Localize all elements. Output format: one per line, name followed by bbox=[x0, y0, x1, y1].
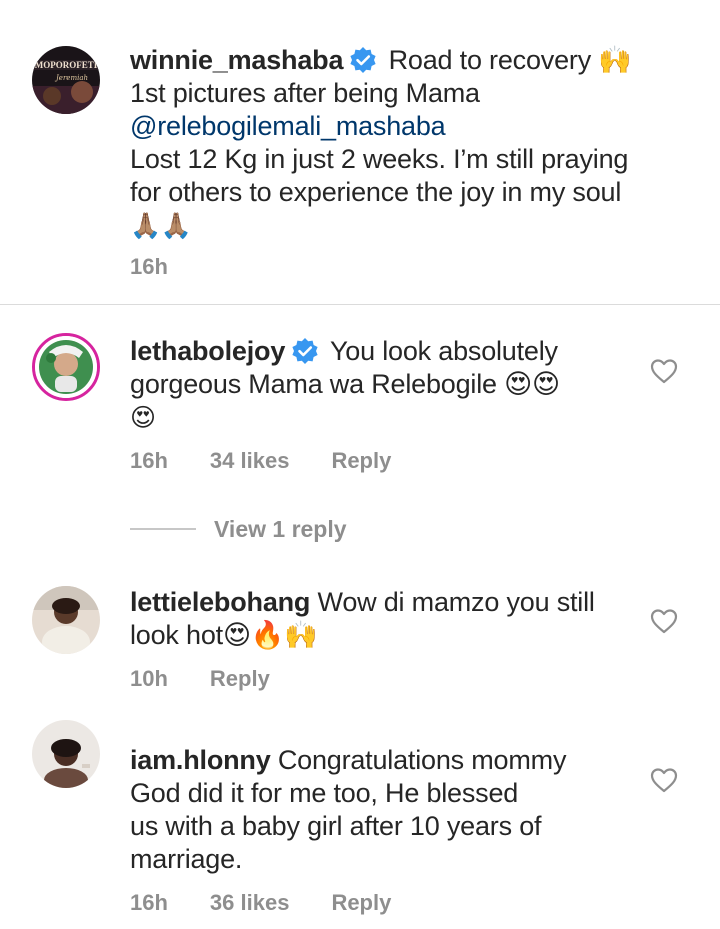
comment-line2: God did it for me too, He blessed bbox=[130, 778, 519, 808]
comment-time: 16h bbox=[130, 890, 168, 915]
comment-text: iam.hlonny Congratulations mommy God did… bbox=[130, 744, 645, 876]
comment-meta: 10h Reply bbox=[130, 666, 312, 692]
view-replies-label: View 1 reply bbox=[214, 515, 347, 542]
avatar-title-text: MOPOROFETI bbox=[35, 60, 98, 70]
verified-badge-icon bbox=[350, 47, 376, 73]
comment-text: lethabolejoy You look absolutely gorgeou… bbox=[130, 335, 645, 434]
comment-line4: marriage. bbox=[130, 844, 243, 874]
comment-username[interactable]: iam.hlonny bbox=[130, 745, 271, 775]
heart-outline-icon[interactable] bbox=[650, 767, 678, 793]
comment-line3: 😍 bbox=[130, 403, 156, 432]
caption-divider bbox=[0, 304, 720, 305]
comment-likes[interactable]: 34 likes bbox=[210, 448, 290, 473]
caption-line4: Lost 12 Kg in just 2 weeks. I’m still pr… bbox=[130, 144, 629, 174]
caption-emoji: 🙏🏽🙏🏽 bbox=[130, 211, 192, 240]
comment-avatar[interactable] bbox=[32, 586, 100, 654]
caption-line5: for others to experience the joy in my s… bbox=[130, 177, 622, 207]
view-replies-line bbox=[130, 528, 196, 530]
svg-text:Jeremiah: Jeremiah bbox=[54, 74, 88, 82]
caption-meta: 16h bbox=[130, 254, 210, 280]
caption-line2: 1st pictures after being Mama bbox=[130, 78, 480, 108]
caption-line1: Road to recovery 🙌 bbox=[388, 45, 632, 75]
comment-avatar[interactable] bbox=[32, 720, 100, 788]
caption-username[interactable]: winnie_mashaba bbox=[130, 45, 343, 75]
caption-mention-link[interactable]: @relebogilemali_mashaba bbox=[130, 111, 446, 141]
caption-avatar[interactable]: MOPOROFETI Jeremiah bbox=[32, 46, 100, 114]
caption-text: winnie_mashaba Road to recovery 🙌 1st pi… bbox=[130, 44, 645, 242]
comment-line1: You look absolutely bbox=[329, 336, 558, 366]
heart-outline-icon[interactable] bbox=[650, 608, 678, 634]
comment-line1: Wow di mamzo you still bbox=[317, 587, 595, 617]
comment-line2: gorgeous Mama wa Relebogile 😍😍 bbox=[130, 369, 561, 399]
view-replies-button[interactable]: View 1 reply bbox=[130, 514, 347, 544]
comment-line3: us with a baby girl after 10 years of bbox=[130, 811, 542, 841]
comment-likes[interactable]: 36 likes bbox=[210, 890, 290, 915]
comment-line2: look hot😍🔥🙌 bbox=[130, 620, 318, 650]
comment-meta: 16h 34 likes Reply bbox=[130, 448, 433, 474]
post-caption: MOPOROFETI Jeremiah winnie_mashaba Road … bbox=[0, 0, 720, 304]
reply-button[interactable]: Reply bbox=[331, 890, 391, 915]
heart-outline-icon[interactable] bbox=[650, 358, 678, 384]
caption-time: 16h bbox=[130, 254, 168, 279]
comment-username[interactable]: lettielebohang bbox=[130, 587, 310, 617]
comment-text: lettielebohang Wow di mamzo you still lo… bbox=[130, 586, 645, 652]
comment-time: 16h bbox=[130, 448, 168, 473]
comment-meta: 16h 36 likes Reply bbox=[130, 890, 433, 916]
comment-time: 10h bbox=[130, 666, 168, 691]
comment-username[interactable]: lethabolejoy bbox=[130, 336, 285, 366]
comment-line1: Congratulations mommy bbox=[277, 745, 567, 775]
reply-button[interactable]: Reply bbox=[331, 448, 391, 473]
comment-avatar[interactable] bbox=[32, 333, 100, 401]
reply-button[interactable]: Reply bbox=[210, 666, 270, 691]
verified-badge-icon bbox=[292, 338, 318, 364]
